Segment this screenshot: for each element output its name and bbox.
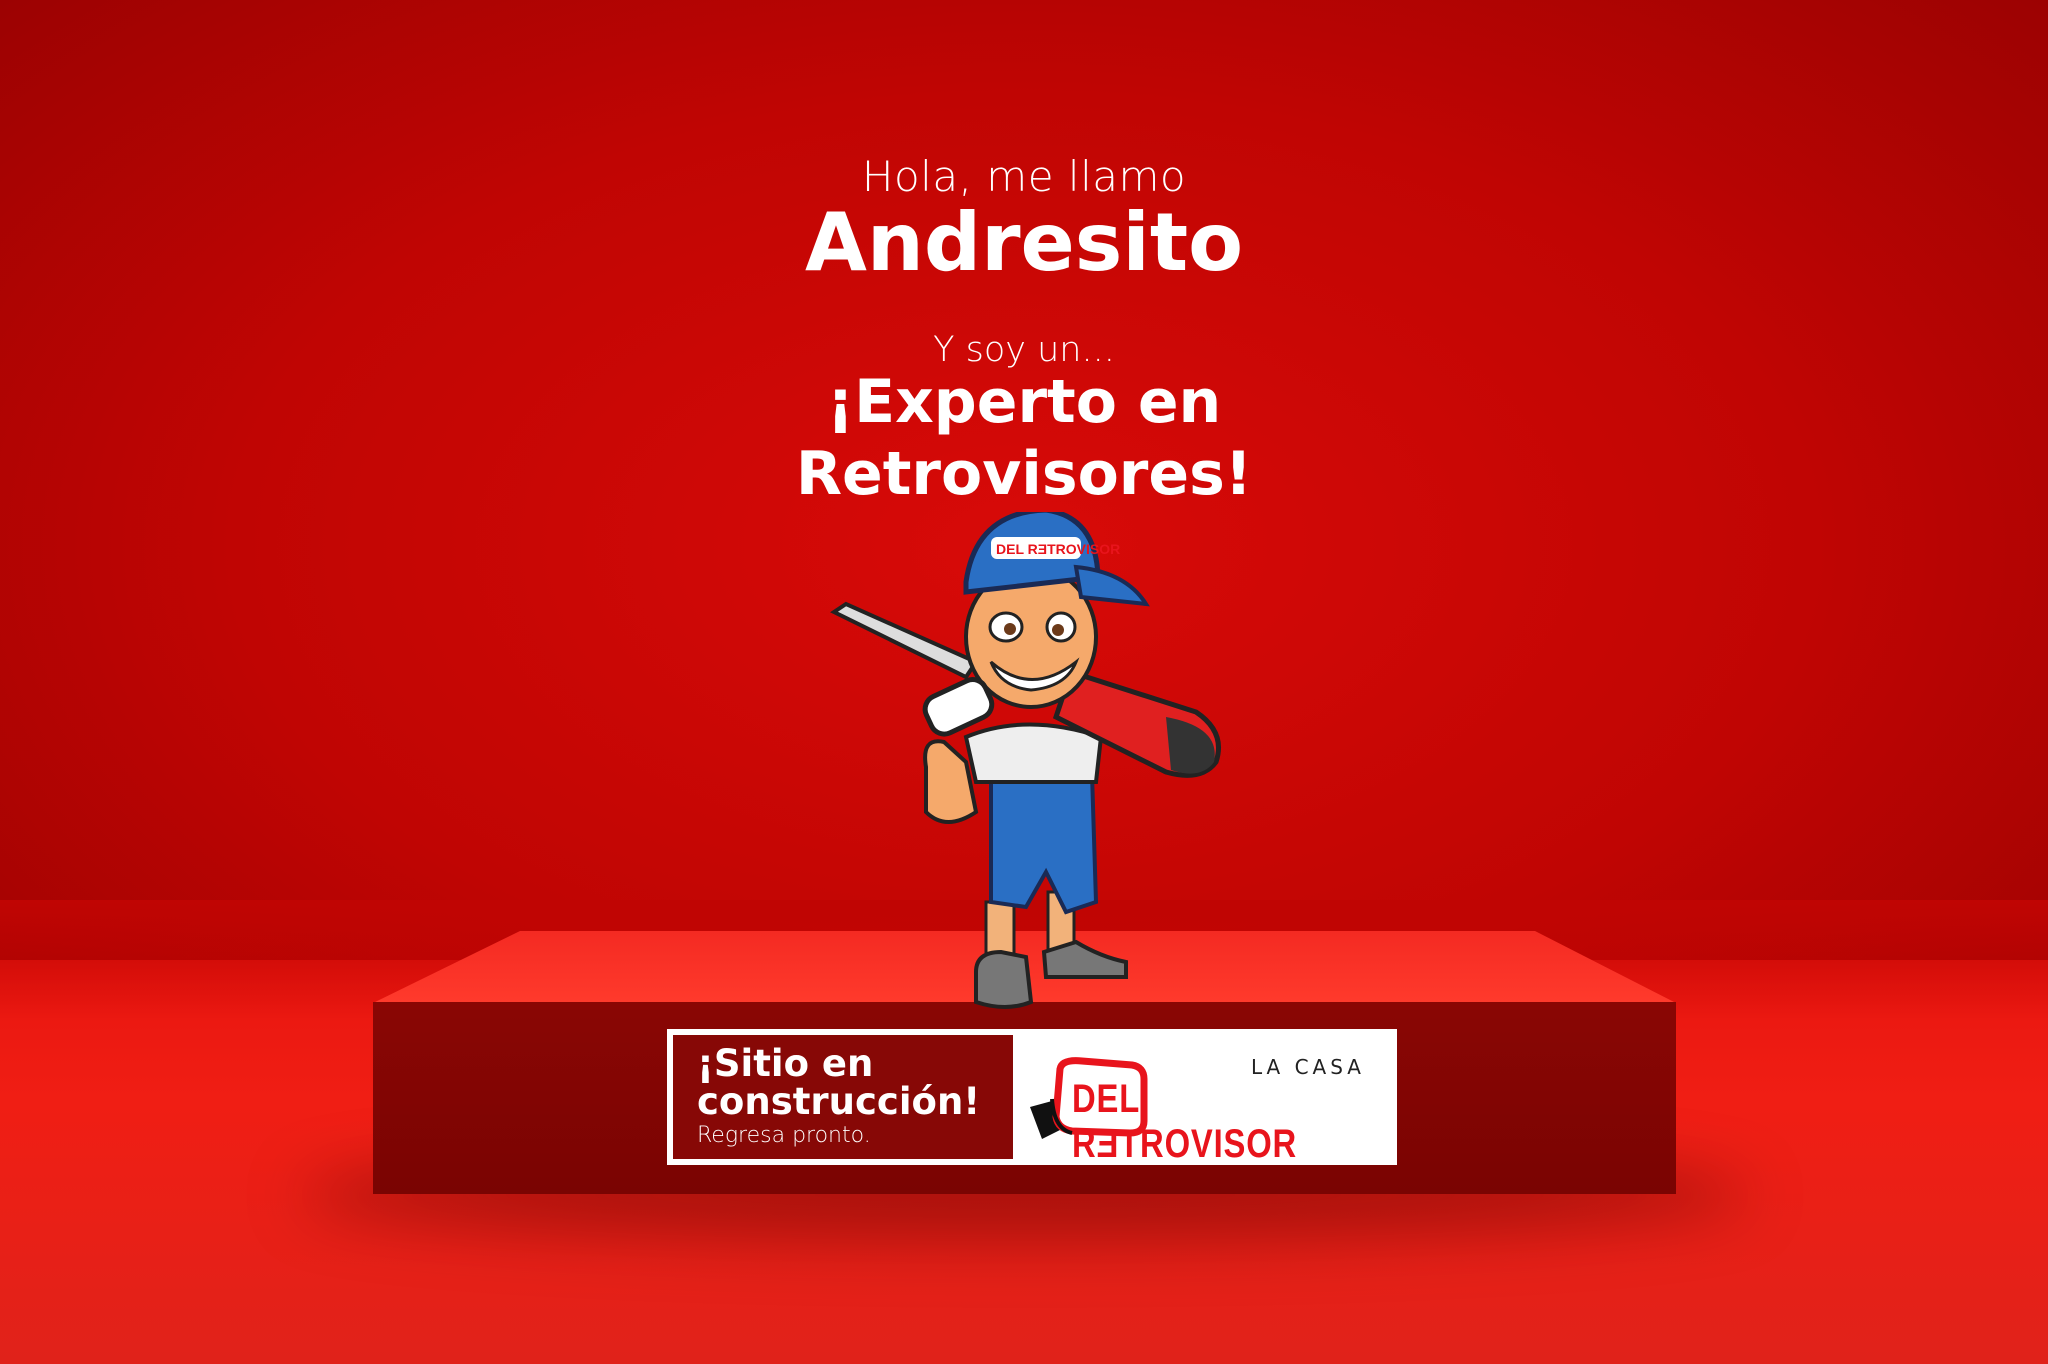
logo-main-text: DEL RƎTROVISOR (1072, 1077, 1298, 1166)
expert-title-line2: Retrovisores! (795, 439, 1253, 509)
banner-message: ¡Sitio en construcción! Regresa pronto. (673, 1035, 1013, 1159)
brand-logo: LA CASA DEL RƎTROVISOR (1022, 1029, 1397, 1166)
mascot-illustration: DEL RƎTROVISOR (830, 512, 1221, 1009)
construction-banner: ¡Sitio en construcción! Regresa pronto. … (667, 1029, 1397, 1166)
svg-text:DEL RƎTROVISOR: DEL RƎTROVISOR (996, 541, 1120, 557)
logo-top-text: LA CASA (1250, 1055, 1365, 1079)
expert-title-line1: ¡Experto en (826, 367, 1222, 437)
banner-headline-1: ¡Sitio en (697, 1042, 874, 1085)
expert-title: ¡Experto en Retrovisores! (0, 366, 2048, 510)
banner-subtext: Regresa pronto. (697, 1123, 871, 1148)
mascot-name: Andresito (804, 196, 1244, 289)
lead-text: Y soy un... (933, 330, 1115, 370)
greeting-text: Hola, me llamo (861, 152, 1187, 201)
banner-headline-2: construcción! (697, 1080, 981, 1123)
